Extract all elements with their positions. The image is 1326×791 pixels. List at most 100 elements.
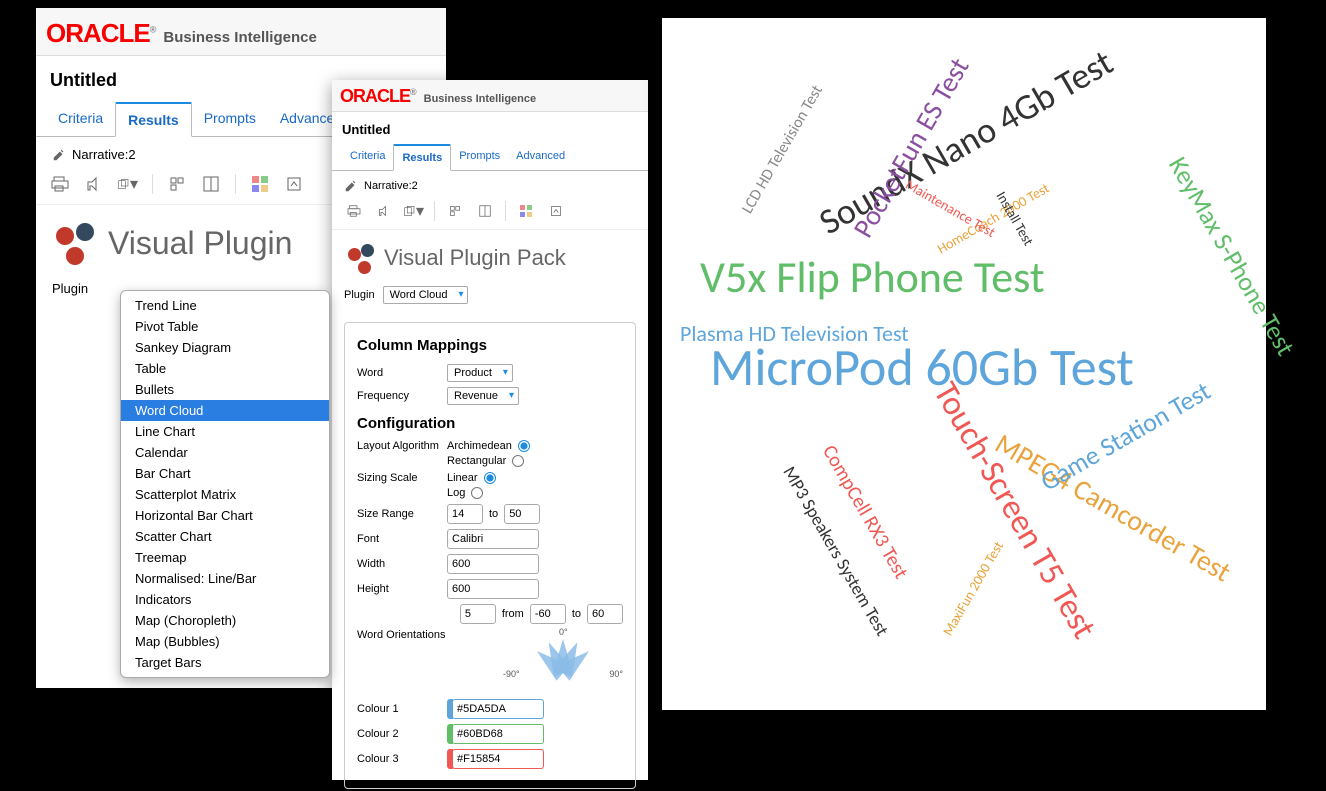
tab-advanced[interactable]: Advanced: [508, 144, 573, 171]
plugin-dropdown[interactable]: Trend LinePivot TableSankey DiagramTable…: [120, 290, 330, 678]
layout-archimedean-radio[interactable]: Archimedean: [447, 440, 530, 452]
word-select[interactable]: Product: [447, 364, 513, 382]
print-icon[interactable]: [344, 201, 364, 221]
size-min-input[interactable]: [447, 504, 483, 524]
plugin-option[interactable]: Pivot Table: [121, 316, 329, 337]
layout-icon[interactable]: [201, 174, 221, 194]
width-input[interactable]: [447, 554, 539, 574]
plugin-option[interactable]: Scatterplot Matrix: [121, 484, 329, 505]
template-icon[interactable]: [546, 201, 566, 221]
template-icon[interactable]: [284, 174, 304, 194]
export-icon[interactable]: [84, 174, 104, 194]
size-max-input[interactable]: [504, 504, 540, 524]
orient-min-input[interactable]: [530, 604, 566, 624]
plugin-option[interactable]: Horizontal Bar Chart: [121, 505, 329, 526]
colour3-input[interactable]: [452, 749, 544, 769]
tab-prompts[interactable]: Prompts: [192, 102, 268, 137]
plugin-option[interactable]: Sankey Diagram: [121, 337, 329, 358]
orient-count-input[interactable]: [460, 604, 496, 624]
separator: [235, 174, 236, 194]
tab-results[interactable]: Results: [393, 144, 451, 171]
colour2-input[interactable]: [452, 724, 544, 744]
oracle-logo: ORACLE®: [340, 86, 416, 107]
separator: [152, 174, 153, 194]
colour1-label: Colour 1: [357, 703, 447, 715]
vpp-logo-icon: [52, 221, 96, 265]
export-icon[interactable]: [374, 201, 394, 221]
from-label: from: [502, 608, 524, 620]
font-input[interactable]: [447, 529, 539, 549]
vpp-title: Visual Plugin: [108, 225, 292, 262]
plugin-option[interactable]: Calendar: [121, 442, 329, 463]
plugin-option[interactable]: Table: [121, 358, 329, 379]
header: ORACLE® Business Intelligence: [36, 8, 446, 56]
properties-icon[interactable]: [167, 174, 187, 194]
plugin-option[interactable]: Word Cloud: [121, 400, 329, 421]
width-label: Width: [357, 558, 447, 570]
plugin-option[interactable]: Treemap: [121, 547, 329, 568]
plugin-select[interactable]: Word Cloud: [383, 286, 469, 304]
layout-icon[interactable]: [475, 201, 495, 221]
plugin-option[interactable]: Indicators: [121, 589, 329, 610]
tab-prompts[interactable]: Prompts: [451, 144, 508, 171]
properties-icon[interactable]: [445, 201, 465, 221]
cloud-word: Touch-Screen T5 Test: [925, 375, 1105, 646]
colour1-input[interactable]: [452, 699, 544, 719]
to-label: to: [489, 508, 498, 520]
tab-criteria[interactable]: Criteria: [46, 102, 115, 137]
cloud-word: Maintenance Test: [902, 176, 998, 241]
plugin-option[interactable]: Target Bars: [121, 652, 329, 673]
orientations-label: Word Orientations: [357, 629, 447, 641]
plugin-option[interactable]: Scatter Chart: [121, 526, 329, 547]
header: ORACLE® Business Intelligence: [332, 80, 648, 112]
palette-icon[interactable]: [250, 174, 270, 194]
palette-icon[interactable]: [516, 201, 536, 221]
plugin-label: Plugin: [52, 281, 88, 296]
scale-label: Sizing Scale: [357, 472, 447, 484]
colour2-label: Colour 2: [357, 728, 447, 740]
cloud-word: Plasma HD Television Test: [680, 320, 909, 347]
scale-log-radio[interactable]: Log: [447, 487, 496, 499]
separator: [434, 201, 435, 221]
plugin-option[interactable]: Trend Line: [121, 295, 329, 316]
to-label: to: [572, 608, 581, 620]
deg90-label: 90°: [609, 669, 623, 679]
vpp-logo-icon: [344, 242, 376, 274]
column-mappings-heading: Column Mappings: [357, 337, 623, 354]
orientation-fan[interactable]: 0° -90° 90°: [503, 629, 623, 679]
colour3-label: Colour 3: [357, 753, 447, 765]
height-label: Height: [357, 583, 447, 595]
panel-front: ORACLE® Business Intelligence Untitled C…: [332, 80, 648, 780]
frequency-label: Frequency: [357, 390, 447, 402]
size-range-label: Size Range: [357, 508, 447, 520]
page-title: Untitled: [332, 112, 648, 143]
plugin-option[interactable]: Normalised: Line/Bar: [121, 568, 329, 589]
copy-icon[interactable]: ▾: [404, 201, 424, 221]
plugin-option[interactable]: Map (Choropleth): [121, 610, 329, 631]
print-icon[interactable]: [50, 174, 70, 194]
plugin-label: Plugin: [344, 289, 375, 301]
word-cloud-output: MicroPod 60Gb TestV5x Flip Phone TestSou…: [662, 18, 1266, 710]
orient-max-input[interactable]: [587, 604, 623, 624]
tabs: CriteriaResultsPromptsAdvanced: [332, 143, 648, 171]
height-input[interactable]: [447, 579, 539, 599]
layout-rectangular-radio[interactable]: Rectangular: [447, 455, 530, 467]
oracle-logo: ORACLE®: [46, 18, 155, 49]
copy-icon[interactable]: ▾: [118, 174, 138, 194]
plugin-option[interactable]: Map (Bubbles): [121, 631, 329, 652]
plugin-option[interactable]: Bar Chart: [121, 463, 329, 484]
plugin-option[interactable]: Bullets: [121, 379, 329, 400]
narrative-label: Narrative:2: [364, 180, 418, 192]
cloud-word: V5x Flip Phone Test: [700, 250, 1045, 304]
plugin-option[interactable]: Line Chart: [121, 421, 329, 442]
layout-label: Layout Algorithm: [357, 440, 447, 452]
scale-linear-radio[interactable]: Linear: [447, 472, 496, 484]
narrative-row: Narrative:2: [332, 171, 648, 195]
frequency-select[interactable]: Revenue: [447, 387, 519, 405]
degn90-label: -90°: [503, 669, 520, 679]
narrative-label: Narrative:2: [72, 147, 136, 162]
product-label: Business Intelligence: [163, 29, 316, 46]
pencil-icon: [344, 179, 358, 193]
tab-results[interactable]: Results: [115, 102, 192, 137]
tab-criteria[interactable]: Criteria: [342, 144, 393, 171]
